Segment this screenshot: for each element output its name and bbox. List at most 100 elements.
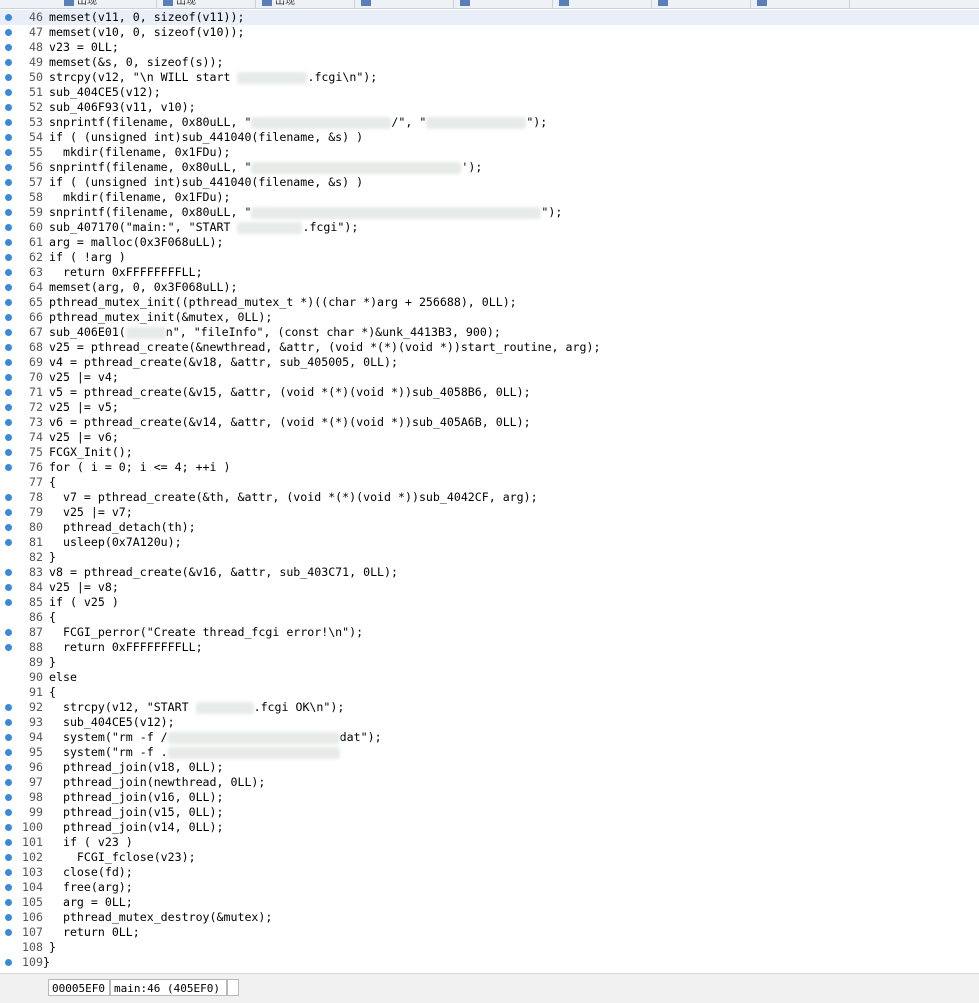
breakpoint-dot-icon[interactable]: [5, 344, 12, 351]
breakpoint-dot-icon[interactable]: [5, 119, 12, 126]
breakpoint-dot-icon[interactable]: [5, 779, 12, 786]
breakpoint-dot-icon[interactable]: [5, 449, 12, 456]
code-line[interactable]: 69 v4 = pthread_create(&v18, &attr, sub_4…: [0, 355, 979, 370]
breakpoint-dot-icon[interactable]: [5, 734, 12, 741]
breakpoint-dot-icon[interactable]: [5, 164, 12, 171]
code-line[interactable]: 74 v25 |= v6;: [0, 430, 979, 445]
code-line[interactable]: 91 {: [0, 685, 979, 700]
code-line[interactable]: 57 if ( (unsigned int)sub_441040(filename…: [0, 175, 979, 190]
breakpoint-dot-icon[interactable]: [5, 749, 12, 756]
code-line[interactable]: 72 v25 |= v5;: [0, 400, 979, 415]
breakpoint-dot-icon[interactable]: [5, 584, 12, 591]
code-line[interactable]: 94 system("rm -f / dat");: [0, 730, 979, 745]
code-line[interactable]: 99 pthread_join(v15, 0LL);: [0, 805, 979, 820]
code-line[interactable]: 53 snprintf(filename, 0x80uLL, " /", " ");: [0, 115, 979, 130]
breakpoint-dot-icon[interactable]: [5, 824, 12, 831]
breakpoint-dot-icon[interactable]: [5, 914, 12, 921]
code-line[interactable]: 62 if ( !arg ): [0, 250, 979, 265]
breakpoint-dot-icon[interactable]: [5, 329, 12, 336]
code-line[interactable]: 107 return 0LL;: [0, 925, 979, 940]
breakpoint-dot-icon[interactable]: [5, 644, 12, 651]
code-line[interactable]: 64 memset(arg, 0, 0x3F068uLL);: [0, 280, 979, 295]
tab-8[interactable]: [751, 0, 850, 8]
code-line[interactable]: 84 v25 |= v8;: [0, 580, 979, 595]
code-line[interactable]: 89}: [0, 655, 979, 670]
code-line[interactable]: 58 mkdir(filename, 0x1FDu);: [0, 190, 979, 205]
breakpoint-dot-icon[interactable]: [5, 719, 12, 726]
breakpoint-dot-icon[interactable]: [5, 884, 12, 891]
code-line[interactable]: 59 snprintf(filename, 0x80uLL, " ");: [0, 205, 979, 220]
code-line[interactable]: 102 FCGI_fclose(v23);: [0, 850, 979, 865]
breakpoint-dot-icon[interactable]: [5, 374, 12, 381]
code-line[interactable]: 81 usleep(0x7A120u);: [0, 535, 979, 550]
breakpoint-dot-icon[interactable]: [5, 524, 12, 531]
breakpoint-dot-icon[interactable]: [5, 149, 12, 156]
breakpoint-dot-icon[interactable]: [5, 179, 12, 186]
breakpoint-dot-icon[interactable]: [5, 269, 12, 276]
tab-5[interactable]: [454, 0, 553, 8]
tab-3[interactable]: 出现: [256, 0, 355, 8]
code-line[interactable]: 46 memset(v11, 0, sizeof(v11));: [0, 10, 979, 25]
code-line[interactable]: 67 sub_406E01(n", "fileInfo", (const char…: [0, 325, 979, 340]
code-line[interactable]: 93 sub_404CE5(v12);: [0, 715, 979, 730]
breakpoint-dot-icon[interactable]: [5, 59, 12, 66]
breakpoint-dot-icon[interactable]: [5, 89, 12, 96]
code-line[interactable]: 77 {: [0, 475, 979, 490]
code-line[interactable]: 73 v6 = pthread_create(&v14, &attr, (void…: [0, 415, 979, 430]
code-line[interactable]: 55 mkdir(filename, 0x1FDu);: [0, 145, 979, 160]
breakpoint-dot-icon[interactable]: [5, 539, 12, 546]
breakpoint-dot-icon[interactable]: [5, 509, 12, 516]
code-line[interactable]: 79 v25 |= v7;: [0, 505, 979, 520]
breakpoint-dot-icon[interactable]: [5, 44, 12, 51]
code-line[interactable]: 68 v25 = pthread_create(&newthread, &attr…: [0, 340, 979, 355]
breakpoint-dot-icon[interactable]: [5, 629, 12, 636]
breakpoint-dot-icon[interactable]: [5, 419, 12, 426]
tab-1[interactable]: 出现: [58, 0, 157, 8]
code-line[interactable]: 87 FCGI_perror("Create thread_fcgi error…: [0, 625, 979, 640]
code-line[interactable]: 97 pthread_join(newthread, 0LL);: [0, 775, 979, 790]
breakpoint-dot-icon[interactable]: [5, 764, 12, 771]
breakpoint-dot-icon[interactable]: [5, 434, 12, 441]
code-line[interactable]: 86 {: [0, 610, 979, 625]
breakpoint-dot-icon[interactable]: [5, 959, 12, 966]
breakpoint-dot-icon[interactable]: [5, 464, 12, 471]
code-line[interactable]: 60 sub_407170("main:", "START .fcgi");: [0, 220, 979, 235]
code-line[interactable]: 52 sub_406F93(v11, v10);: [0, 100, 979, 115]
code-line[interactable]: 108}: [0, 940, 979, 955]
code-line[interactable]: 95 system("rm -f .: [0, 745, 979, 760]
breakpoint-dot-icon[interactable]: [5, 899, 12, 906]
code-line[interactable]: 71 v5 = pthread_create(&v15, &attr, (void…: [0, 385, 979, 400]
breakpoint-dot-icon[interactable]: [5, 14, 12, 21]
code-line[interactable]: 101 if ( v23 ): [0, 835, 979, 850]
breakpoint-dot-icon[interactable]: [5, 314, 12, 321]
code-line[interactable]: 75 FCGX_Init();: [0, 445, 979, 460]
breakpoint-dot-icon[interactable]: [5, 794, 12, 801]
breakpoint-dot-icon[interactable]: [5, 74, 12, 81]
tab-7[interactable]: [652, 0, 751, 8]
breakpoint-dot-icon[interactable]: [5, 869, 12, 876]
breakpoint-dot-icon[interactable]: [5, 569, 12, 576]
code-line[interactable]: 50 strcpy(v12, "\n WILL start .fcgi\n");: [0, 70, 979, 85]
code-line[interactable]: 106 pthread_mutex_destroy(&mutex);: [0, 910, 979, 925]
breakpoint-dot-icon[interactable]: [5, 224, 12, 231]
code-line[interactable]: 65 pthread_mutex_init((pthread_mutex_t *)…: [0, 295, 979, 310]
breakpoint-dot-icon[interactable]: [5, 134, 12, 141]
code-line[interactable]: 47 memset(v10, 0, sizeof(v10));: [0, 25, 979, 40]
code-line[interactable]: 70 v25 |= v4;: [0, 370, 979, 385]
breakpoint-dot-icon[interactable]: [5, 839, 12, 846]
tab-2[interactable]: 出现: [157, 0, 256, 8]
breakpoint-dot-icon[interactable]: [5, 209, 12, 216]
code-line[interactable]: 48 v23 = 0LL;: [0, 40, 979, 55]
code-line[interactable]: 96 pthread_join(v18, 0LL);: [0, 760, 979, 775]
code-line[interactable]: 51 sub_404CE5(v12);: [0, 85, 979, 100]
breakpoint-dot-icon[interactable]: [5, 389, 12, 396]
code-line[interactable]: 109}: [0, 955, 979, 970]
code-line[interactable]: 56 snprintf(filename, 0x80uLL, " ');: [0, 160, 979, 175]
code-line[interactable]: 76 for ( i = 0; i <= 4; ++i ): [0, 460, 979, 475]
code-line[interactable]: 90 else: [0, 670, 979, 685]
breakpoint-dot-icon[interactable]: [5, 599, 12, 606]
code-line[interactable]: 66 pthread_mutex_init(&mutex, 0LL);: [0, 310, 979, 325]
breakpoint-dot-icon[interactable]: [5, 704, 12, 711]
breakpoint-dot-icon[interactable]: [5, 494, 12, 501]
breakpoint-dot-icon[interactable]: [5, 284, 12, 291]
